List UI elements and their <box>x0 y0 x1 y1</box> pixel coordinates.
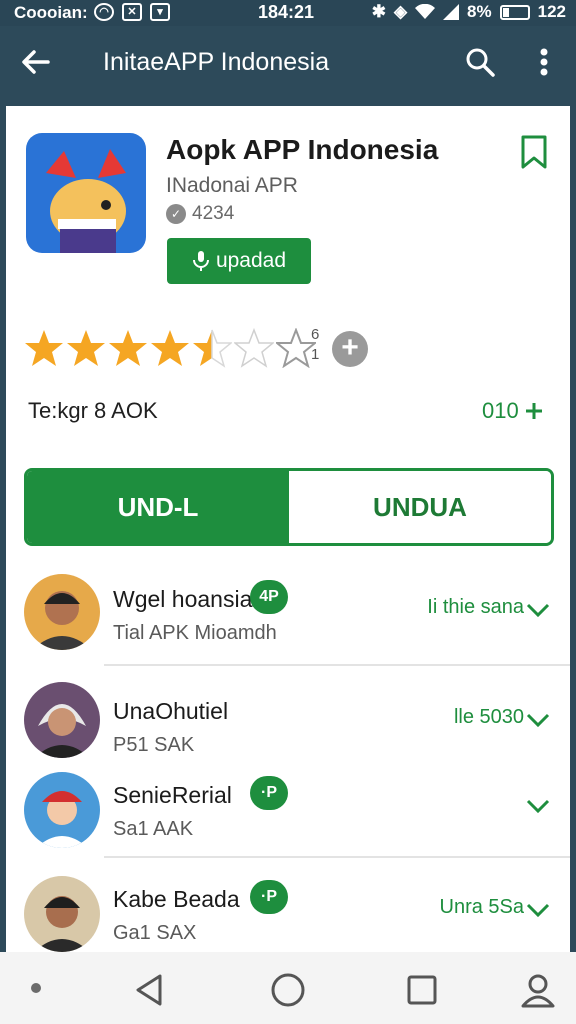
avatar <box>24 682 100 758</box>
review-right: Unra 5Sa <box>439 896 525 918</box>
review-right: lle 5030 <box>453 706 524 728</box>
review-badge: 4P <box>250 580 288 614</box>
battery-icon <box>499 4 530 20</box>
battery-percent: 8% <box>467 2 492 21</box>
bluetooth-icon: ✱ <box>371 2 386 21</box>
review-name: Wgel hoansia <box>113 586 253 612</box>
avatar <box>24 876 100 952</box>
avatar <box>24 574 100 650</box>
review-sub: Ga1 SAX <box>113 922 197 944</box>
app-developer[interactable]: INadonai APR <box>166 174 298 198</box>
search-icon[interactable] <box>462 44 498 80</box>
segmented-control: UND-L UNDUA <box>24 468 554 546</box>
star-full-icon <box>25 330 63 366</box>
review-sub: P51 SAK <box>113 734 195 756</box>
segment-left-button[interactable]: UND-L <box>27 471 289 543</box>
status-time: 184:21 <box>258 2 315 22</box>
app-detail-card: Aopk APP Indonesia INadonai APR ✓ 4234 u… <box>6 106 570 952</box>
divider <box>104 664 570 666</box>
mic-icon <box>192 251 209 271</box>
status-bar: Coooian: ◠ ✕ ▾ 184:21 ✱ ◈ 8% 122 <box>0 0 576 26</box>
status-extra: 122 <box>537 2 566 21</box>
app-name: Aopk APP Indonesia <box>166 134 439 165</box>
segment-right-button[interactable]: UNDUA <box>289 471 551 543</box>
review-sub: Tial APK Mioamdh <box>113 622 277 644</box>
verified-icon: ✓ <box>166 204 186 224</box>
star-half-icon <box>193 329 232 368</box>
add-rating-icon[interactable]: + <box>332 331 368 367</box>
review-badge: ·P <box>250 776 288 810</box>
back-triangle-icon[interactable] <box>130 970 170 1010</box>
review-name: UnaOhutiel <box>113 698 229 724</box>
review-badge: ·P <box>250 880 288 914</box>
rating-meta: 6 1 <box>311 326 320 363</box>
update-button-label: upadad <box>215 249 287 272</box>
app-count-value: 4234 <box>192 203 235 224</box>
info-left-label: Te:kgr 8 AOK <box>28 398 158 423</box>
info-right[interactable]: 010 <box>482 398 543 424</box>
review-name: Kabe Beada <box>113 886 240 912</box>
back-arrow-icon[interactable] <box>18 44 54 80</box>
recents-square-icon[interactable] <box>402 970 442 1010</box>
star-full-icon <box>151 330 189 366</box>
add-icon <box>525 403 542 419</box>
more-vert-icon[interactable] <box>528 44 560 80</box>
photo-notification-icon: ✕ <box>122 3 142 21</box>
vibrate-icon: ◈ <box>393 2 408 21</box>
app-bar: InitaeAPP Indonesia <box>0 26 576 104</box>
notification-icon: ◠ <box>94 3 114 21</box>
review-name: SenieRerial <box>113 782 232 808</box>
home-circle-icon[interactable] <box>268 970 308 1010</box>
wifi-icon <box>415 4 436 19</box>
chevron-down-icon[interactable] <box>524 600 552 620</box>
chevron-down-icon[interactable] <box>524 710 552 730</box>
chevron-down-icon[interactable] <box>524 900 552 920</box>
star-empty-icon <box>276 328 316 368</box>
rating-stars <box>24 328 316 368</box>
profile-icon[interactable] <box>518 970 558 1010</box>
divider <box>104 856 570 858</box>
app-bar-title: InitaeAPP Indonesia <box>103 48 330 76</box>
signal-icon <box>443 4 460 20</box>
app-count: ✓ 4234 <box>166 203 234 225</box>
carrier-label: Coooian: <box>14 3 88 22</box>
update-button[interactable]: upadad <box>167 238 311 284</box>
star-empty-icon <box>234 328 274 368</box>
download-notification-icon: ▾ <box>150 3 170 21</box>
system-nav-bar <box>0 952 576 1024</box>
star-full-icon <box>109 330 147 366</box>
nav-dot-icon <box>31 983 41 993</box>
app-icon <box>26 133 146 253</box>
avatar <box>24 772 100 848</box>
star-full-icon <box>67 330 105 366</box>
review-right: Ii thie sana <box>427 596 524 618</box>
review-sub: Sa1 AAK <box>113 818 194 840</box>
bookmark-icon[interactable] <box>518 134 550 170</box>
chevron-down-icon[interactable] <box>524 796 552 816</box>
